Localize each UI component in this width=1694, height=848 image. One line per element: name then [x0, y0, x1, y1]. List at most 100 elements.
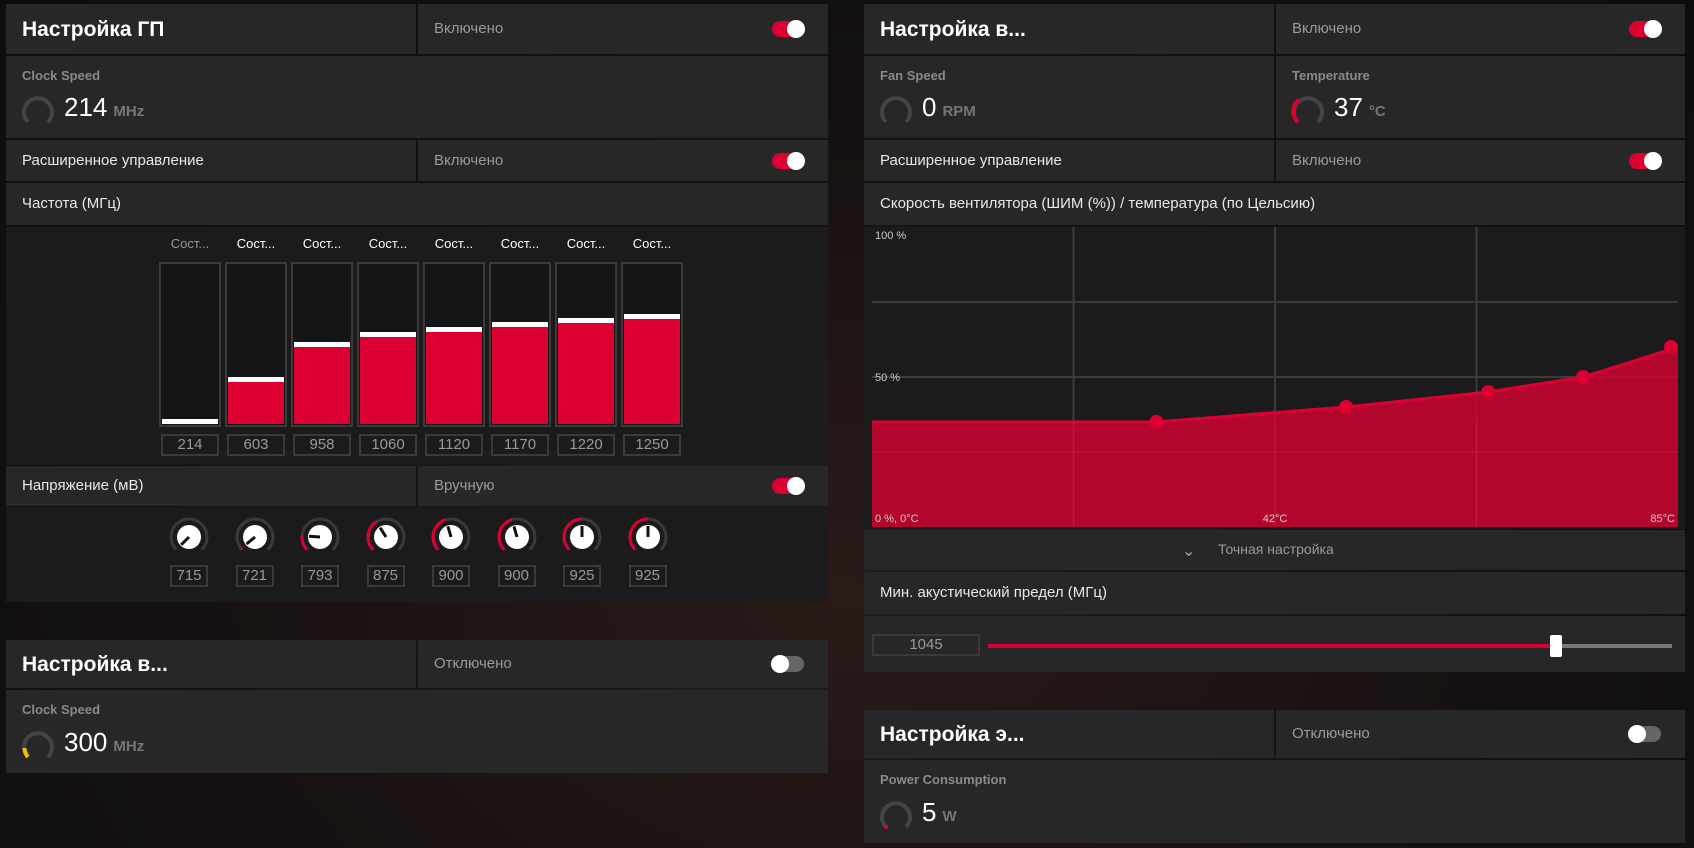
fan-curve-chart[interactable]: 100 % 50 % 0 %, 0°C 42°C 85°C	[872, 227, 1678, 527]
voltage-toggle[interactable]	[772, 477, 805, 495]
frequency-state-bar[interactable]	[159, 262, 221, 427]
fan-advanced-toggle[interactable]	[1629, 152, 1662, 170]
voltage-knobs: 715 721 793 875 900 900 925 925	[6, 507, 828, 602]
fan-curve-label: Скорость вентилятора (ШИМ (%)) / темпера…	[880, 195, 1316, 212]
voltage-knob[interactable]	[560, 515, 604, 559]
bar-handle[interactable]	[294, 342, 350, 347]
vram-clock-panel: Clock Speed 300 MHz	[6, 690, 828, 773]
voltage-knob[interactable]	[626, 515, 670, 559]
frequency-value-input[interactable]: 1120	[425, 434, 483, 456]
bar-fill	[492, 327, 548, 424]
voltage-value-input[interactable]: 715	[170, 565, 208, 587]
bar-handle[interactable]	[624, 314, 680, 319]
frequency-value-input[interactable]: 1250	[623, 434, 681, 456]
voltage-knob[interactable]	[298, 515, 342, 559]
vram-tuning-header: Настройка в...	[6, 640, 416, 688]
bar-handle[interactable]	[360, 332, 416, 337]
frequency-state-bar[interactable]	[423, 262, 485, 427]
min-acoustic-slider-thumb[interactable]	[1549, 635, 1562, 657]
voltage-value-input[interactable]: 793	[301, 565, 339, 587]
frequency-value-input[interactable]: 1170	[491, 434, 549, 456]
voltage-value-input[interactable]: 925	[563, 565, 601, 587]
advanced-control-label: Расширенное управление	[22, 152, 204, 169]
fan-advanced-row: Расширенное управление	[864, 140, 1274, 181]
advanced-control-row: Расширенное управление	[6, 140, 416, 181]
fan-tuning-state: Включено	[1292, 20, 1362, 37]
voltage-knob[interactable]	[495, 515, 539, 559]
min-acoustic-slider-track[interactable]	[988, 635, 1672, 657]
advanced-control-toggle-row: Включено	[418, 140, 828, 181]
voltage-knob[interactable]	[167, 515, 211, 559]
bar-handle[interactable]	[426, 327, 482, 332]
fan-curve-header: Скорость вентилятора (ШИМ (%)) / темпера…	[864, 183, 1685, 225]
state-label: Сост...	[566, 236, 606, 251]
fine-tune-label[interactable]: Точная настройка	[1218, 541, 1334, 557]
voltage-knob[interactable]	[429, 515, 473, 559]
state-label: Сост...	[500, 236, 540, 251]
fan-tuning-toggle-row: Включено	[1276, 4, 1685, 54]
state-label: Сост...	[302, 236, 342, 251]
voltage-mode[interactable]: Вручную	[434, 477, 495, 494]
power-consumption-unit: W	[942, 808, 957, 825]
frequency-state-bar[interactable]	[291, 262, 353, 427]
vram-tuning-toggle[interactable]	[771, 655, 804, 673]
advanced-control-state: Включено	[434, 152, 504, 169]
voltage-value-input[interactable]: 721	[235, 565, 274, 587]
fan-speed-label: Fan Speed	[880, 68, 946, 83]
frequency-state-bar[interactable]	[489, 262, 551, 427]
vram-gauge-icon	[22, 731, 54, 759]
state-label: Сост...	[368, 236, 408, 251]
frequency-state-bar[interactable]	[555, 262, 617, 427]
clock-speed-label: Clock Speed	[22, 68, 101, 83]
bar-handle[interactable]	[558, 318, 614, 323]
vram-tuning-title: Настройка в...	[22, 653, 168, 676]
fan-gauge-icon	[880, 96, 912, 124]
frequency-value-input[interactable]: 958	[293, 434, 351, 456]
fan-curve-point[interactable]	[1576, 370, 1591, 384]
advanced-control-toggle[interactable]	[772, 152, 805, 170]
voltage-value-input[interactable]: 875	[366, 565, 405, 587]
gpu-tuning-state: Включено	[434, 20, 504, 37]
frequency-state-bar[interactable]	[225, 262, 287, 427]
power-consumption-value: 5	[922, 797, 937, 827]
fan-speed-unit: RPM	[942, 103, 976, 120]
frequency-state-bar[interactable]	[357, 262, 419, 427]
fan-curve-point[interactable]	[1481, 385, 1496, 399]
bar-fill	[624, 319, 680, 424]
fine-tune-row[interactable]: ⌄ Точная настройка	[864, 530, 1685, 570]
bar-fill	[558, 323, 614, 424]
power-tuning-toggle-row: Отключено	[1276, 710, 1685, 758]
frequency-header: Частота (МГц)	[6, 183, 828, 225]
power-gauge-icon	[880, 801, 912, 829]
state-label: Сост...	[434, 236, 474, 251]
frequency-state-bar[interactable]	[621, 262, 683, 427]
frequency-value-input[interactable]: 1220	[557, 434, 615, 456]
power-consumption-label: Power Consumption	[880, 772, 1007, 787]
min-acoustic-input[interactable]: 1045	[872, 634, 980, 656]
frequency-value-input[interactable]: 1060	[359, 434, 417, 456]
clock-speed-unit: MHz	[113, 103, 145, 120]
fan-speed-value: 0	[922, 92, 937, 122]
voltage-knob[interactable]	[233, 515, 277, 559]
bar-handle[interactable]	[492, 322, 548, 327]
voltage-value-input[interactable]: 900	[432, 565, 470, 587]
vram-tuning-toggle-row: Отключено	[418, 640, 828, 688]
fan-curve-point[interactable]	[1339, 400, 1354, 414]
min-acoustic-label: Мин. акустический предел (МГц)	[880, 584, 1107, 601]
bar-handle[interactable]	[228, 377, 284, 382]
fan-tuning-title: Настройка в...	[880, 18, 1026, 41]
min-acoustic-slider-fill	[988, 644, 1556, 648]
voltage-value-input[interactable]: 925	[628, 565, 667, 587]
gpu-tuning-toggle[interactable]	[772, 20, 805, 38]
voltage-value-input[interactable]: 900	[497, 565, 536, 587]
fan-curve-point[interactable]	[1664, 340, 1678, 354]
fan-curve-point[interactable]	[1149, 415, 1164, 429]
frequency-value-input[interactable]: 214	[161, 434, 219, 456]
frequency-value-input[interactable]: 603	[227, 434, 285, 456]
bar-handle[interactable]	[162, 419, 218, 424]
power-tuning-toggle[interactable]	[1628, 725, 1661, 743]
y-tick-label: 100 %	[875, 230, 906, 242]
voltage-knob[interactable]	[364, 515, 408, 559]
fan-tuning-toggle[interactable]	[1629, 20, 1662, 38]
x-tick-label: 85°C	[1650, 513, 1675, 525]
